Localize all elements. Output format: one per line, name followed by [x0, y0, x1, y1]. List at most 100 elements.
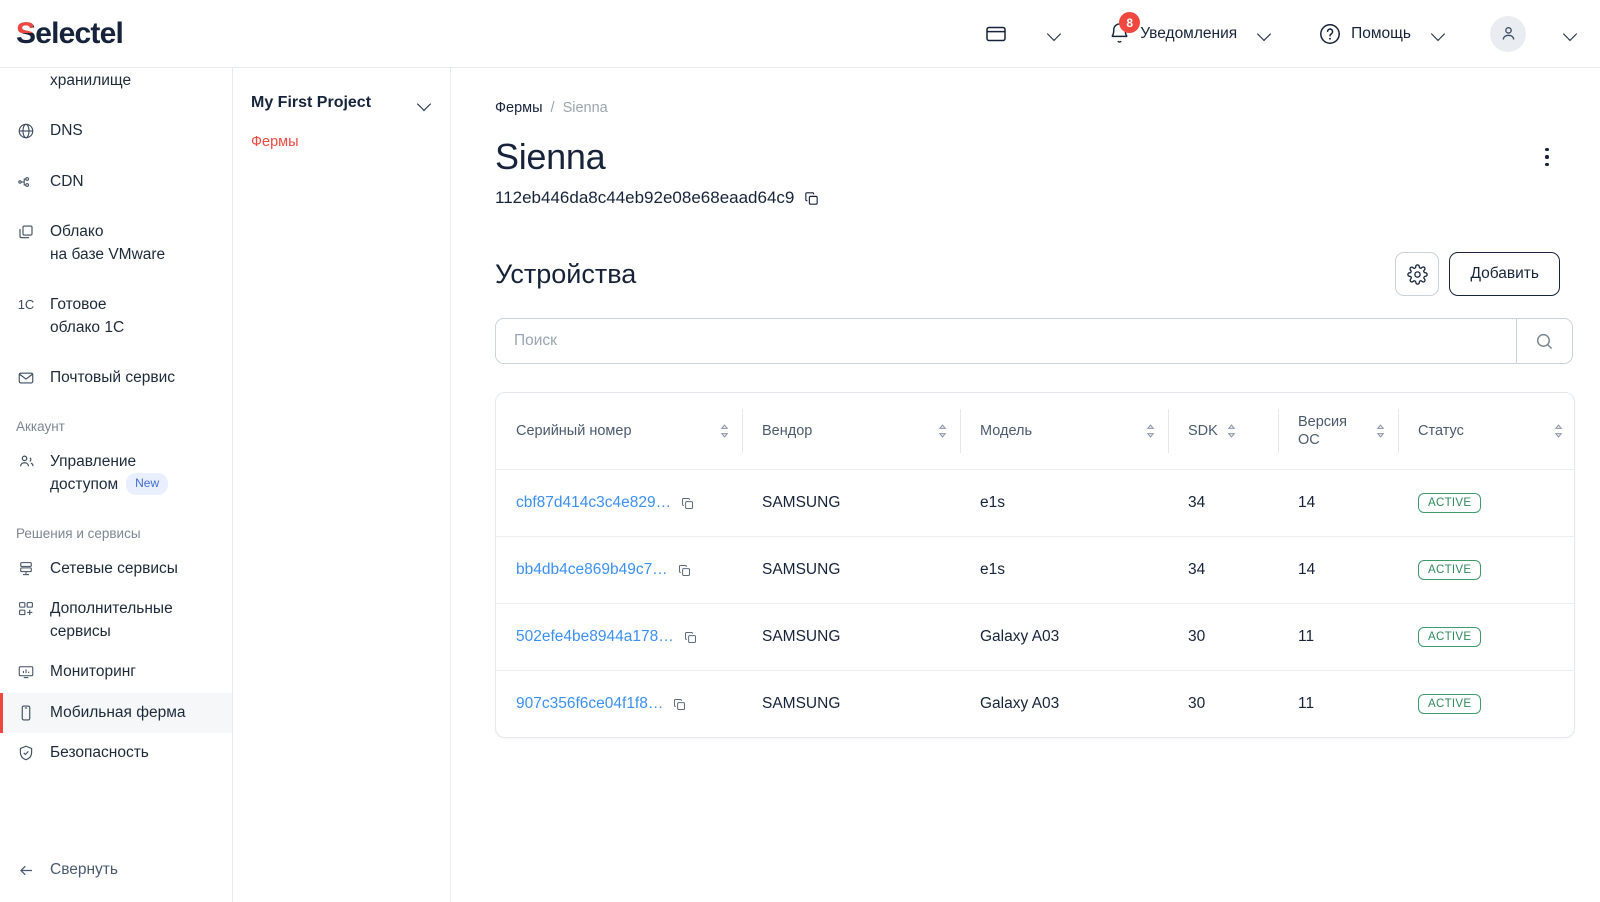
search-input[interactable] — [496, 319, 1516, 363]
table-body: cbf87d414c3c4e829… SAMSUNG e1s 34 14 AC — [496, 470, 1575, 738]
sidebar-item-network-services[interactable]: Сетевые сервисы — [0, 549, 232, 589]
status-badge: ACTIVE — [1418, 694, 1481, 714]
topbar-expand-menu[interactable] — [1538, 0, 1600, 68]
bell-icon: 8 — [1108, 22, 1131, 45]
table-row[interactable]: 502efe4be8944a178… SAMSUNG Galaxy A03 30… — [496, 604, 1575, 671]
help-circle-icon — [1318, 22, 1342, 46]
copy-icon[interactable] — [677, 563, 692, 578]
devices-search — [495, 318, 1573, 364]
column-header-model[interactable]: Модель — [960, 393, 1168, 470]
project-selector[interactable]: My First Project — [233, 68, 450, 112]
sort-icon[interactable] — [1226, 423, 1237, 439]
user-menu[interactable] — [1478, 0, 1538, 68]
table-row[interactable]: bb4db4ce869b49c7… SAMSUNG e1s 34 14 ACT — [496, 537, 1575, 604]
devices-actions: Добавить — [1395, 252, 1560, 296]
sidebar-item-label: DNS — [50, 120, 83, 142]
sort-icon[interactable] — [719, 423, 730, 439]
chevron-down-icon — [1432, 29, 1446, 38]
sidebar-item-vmware-cloud[interactable]: Облако на базе VMware — [0, 212, 232, 275]
sidebar-item-mail-service[interactable]: Почтовый сервис — [0, 358, 232, 398]
chevron-down-icon — [1564, 29, 1578, 38]
breadcrumb-current: Sienna — [563, 100, 608, 116]
globe-icon — [16, 120, 36, 142]
cell-serial: cbf87d414c3c4e829… — [496, 470, 742, 537]
sidebar-item-dns[interactable]: DNS — [0, 111, 232, 151]
sidebar-item-security[interactable]: Безопасность — [0, 733, 232, 773]
sort-icon[interactable] — [1375, 423, 1386, 439]
more-vertical-icon[interactable] — [1534, 140, 1560, 174]
cell-status: ACTIVE — [1398, 537, 1575, 604]
cell-sdk: 34 — [1168, 537, 1278, 604]
status-badge: ACTIVE — [1418, 560, 1481, 580]
cell-model: Galaxy A03 — [960, 604, 1168, 671]
device-serial-link[interactable]: bb4db4ce869b49c7… — [516, 561, 668, 579]
copy-icon[interactable] — [803, 190, 820, 207]
sort-icon[interactable] — [1145, 423, 1156, 439]
sidebar-scroll[interactable]: хранилище DNS — [0, 68, 232, 838]
column-header-sdk[interactable]: SDK — [1168, 393, 1278, 470]
cell-status: ACTIVE — [1398, 671, 1575, 738]
cell-serial: bb4db4ce869b49c7… — [496, 537, 742, 604]
cell-sdk: 30 — [1168, 671, 1278, 738]
sidebar-item-1c-cloud[interactable]: 1C Готовое облако 1С — [0, 285, 232, 348]
breadcrumb-separator: / — [551, 100, 555, 116]
sidebar-item-access-management[interactable]: Управление доступомNew — [0, 442, 232, 506]
sidebar-item-cdn[interactable]: CDN — [0, 162, 232, 202]
column-header-serial[interactable]: Серийный номер — [496, 393, 742, 470]
column-header-os-version[interactable]: Версия ОС — [1278, 393, 1398, 470]
monitor-icon — [16, 661, 36, 683]
table-row[interactable]: cbf87d414c3c4e829… SAMSUNG e1s 34 14 AC — [496, 470, 1575, 537]
top-bar: Selectel Selectel Selectel — [0, 0, 1600, 68]
chevron-down-icon — [418, 99, 432, 108]
breadcrumb: Фермы / Sienna — [495, 100, 1600, 116]
cell-vendor: SAMSUNG — [742, 671, 960, 738]
help-label: Помощь — [1351, 25, 1411, 43]
sidebar-collapse-button[interactable]: Свернуть — [0, 838, 232, 902]
sidebar-item-label: Мобильная ферма — [50, 702, 186, 724]
sidebar-item-storage[interactable]: хранилище — [0, 68, 232, 101]
billing-menu[interactable] — [972, 0, 1074, 68]
project-name: My First Project — [251, 94, 371, 112]
sort-icon[interactable] — [1553, 423, 1564, 439]
copy-icon[interactable] — [680, 496, 695, 511]
notifications-badge: 8 — [1119, 12, 1140, 33]
sidebar-badge-new: New — [126, 473, 168, 494]
resource-uuid-value: 112eb446da8c44eb92e08e68eaad64c9 — [495, 188, 794, 208]
shield-check-icon — [16, 742, 36, 764]
copy-icon[interactable] — [683, 630, 698, 645]
chevron-down-icon — [1258, 29, 1272, 38]
notifications-menu[interactable]: 8 Уведомления — [1096, 0, 1284, 68]
search-icon[interactable] — [1516, 319, 1572, 363]
device-serial-link[interactable]: 502efe4be8944a178… — [516, 628, 674, 646]
users-icon — [16, 451, 36, 473]
credit-card-icon — [984, 22, 1008, 46]
sidebar-item-monitoring[interactable]: Мониторинг — [0, 652, 232, 692]
status-badge: ACTIVE — [1418, 493, 1481, 513]
cell-model: e1s — [960, 537, 1168, 604]
sidebar: хранилище DNS — [0, 68, 233, 902]
add-device-button[interactable]: Добавить — [1449, 252, 1560, 296]
gear-icon[interactable] — [1395, 252, 1439, 296]
column-header-vendor[interactable]: Вендор — [742, 393, 960, 470]
cell-os: 14 — [1278, 470, 1398, 537]
column-header-status[interactable]: Статус — [1398, 393, 1575, 470]
apps-plus-icon — [16, 598, 36, 620]
sort-icon[interactable] — [937, 423, 948, 439]
device-serial-link[interactable]: 907c356f6ce04f1f8… — [516, 695, 663, 713]
sidebar-item-additional-services[interactable]: Дополнительные сервисы — [0, 589, 232, 652]
table-row[interactable]: 907c356f6ce04f1f8… SAMSUNG Galaxy A03 30… — [496, 671, 1575, 738]
sidebar-item-mobile-farm[interactable]: Мобильная ферма — [0, 693, 232, 733]
status-badge: ACTIVE — [1418, 627, 1481, 647]
project-nav-item-farms[interactable]: Фермы — [233, 112, 450, 150]
device-serial-link[interactable]: cbf87d414c3c4e829… — [516, 494, 671, 512]
storage-icon — [16, 70, 36, 92]
sidebar-item-label: Облако на базе VMware — [50, 221, 165, 266]
copy-icon[interactable] — [672, 697, 687, 712]
help-menu[interactable]: Помощь — [1306, 0, 1458, 68]
breadcrumb-parent[interactable]: Фермы — [495, 100, 543, 116]
brand-logo[interactable]: Selectel Selectel Selectel — [16, 19, 123, 49]
sidebar-collapse-label: Свернуть — [50, 861, 118, 879]
cell-status: ACTIVE — [1398, 604, 1575, 671]
sidebar-item-label: Безопасность — [50, 742, 149, 764]
avatar[interactable] — [1490, 16, 1526, 52]
